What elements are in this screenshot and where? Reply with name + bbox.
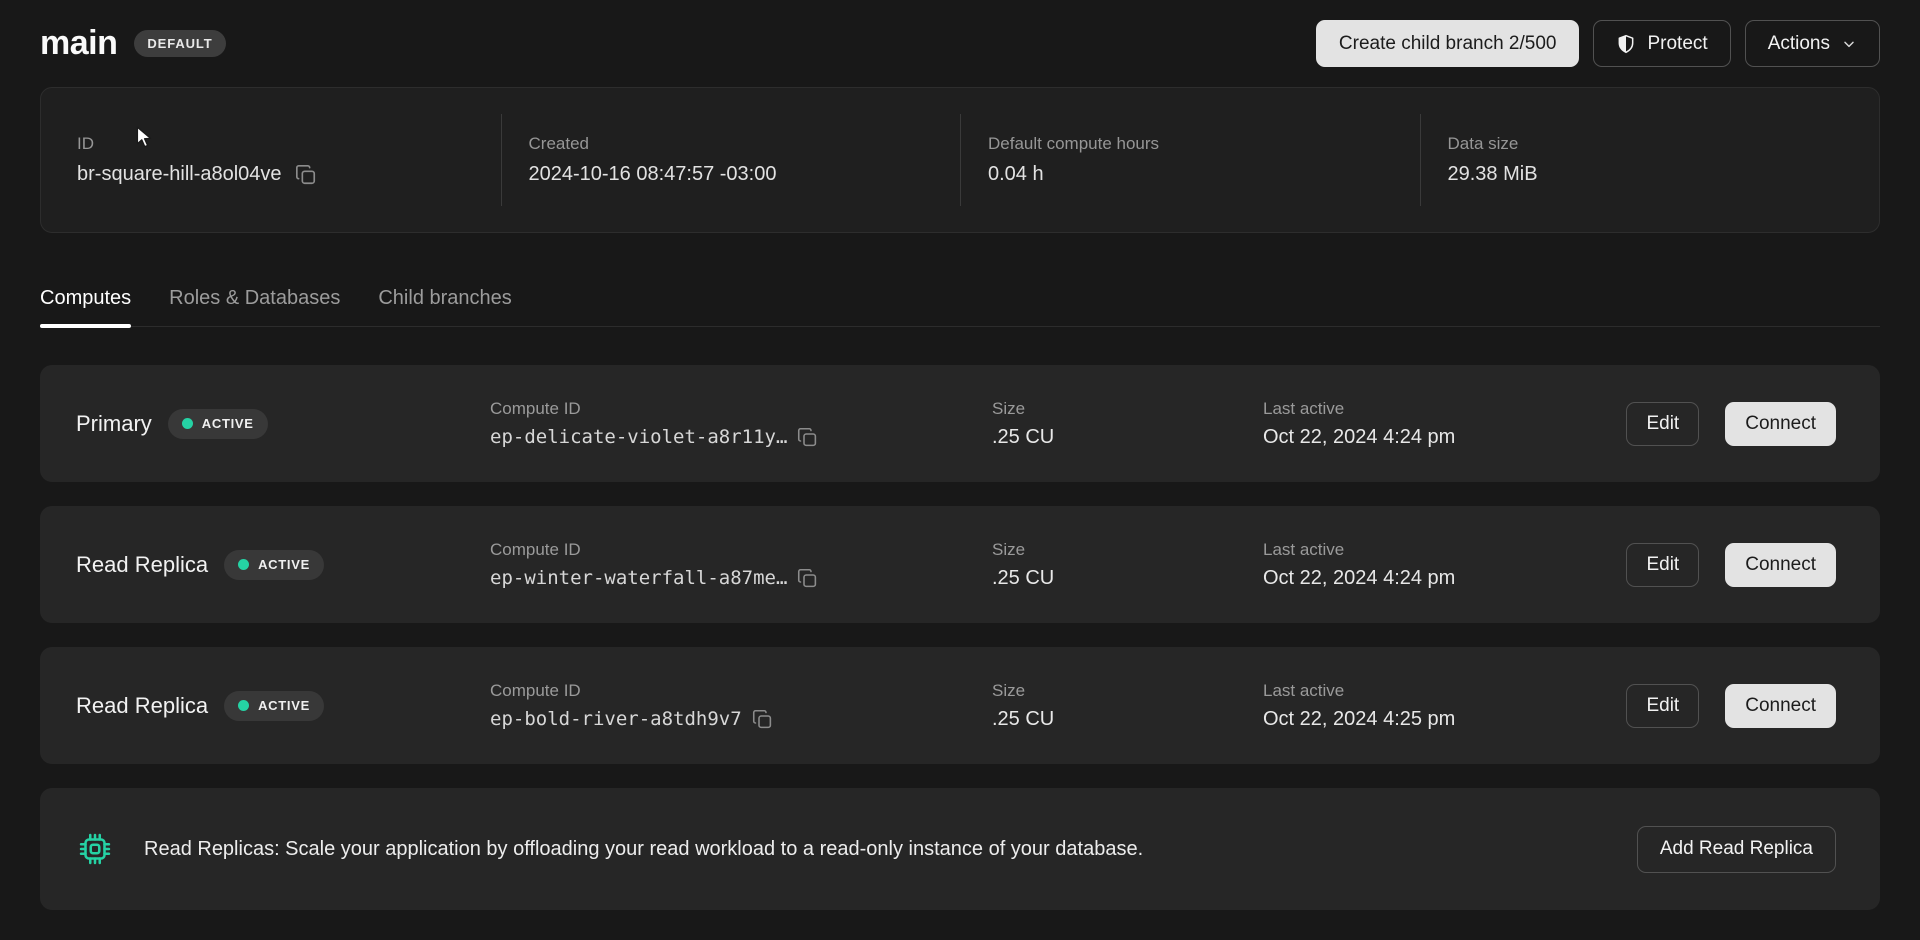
edit-button[interactable]: Edit bbox=[1626, 402, 1699, 446]
read-replica-banner: Read Replicas: Scale your application by… bbox=[40, 788, 1880, 910]
info-field-created: Created 2024-10-16 08:47:57 -03:00 bbox=[501, 114, 961, 206]
page-header: main DEFAULT Create child branch 2/500 P… bbox=[40, 0, 1880, 67]
info-field-data-size: Data size 29.38 MiB bbox=[1420, 114, 1880, 206]
compute-name-group: Read Replica ACTIVE bbox=[76, 550, 490, 580]
compute-id-column: Compute ID ep-delicate-violet-a8r11y… bbox=[490, 399, 992, 448]
compute-name: Primary bbox=[76, 411, 152, 437]
copy-icon[interactable] bbox=[797, 427, 818, 448]
data-size-value: 29.38 MiB bbox=[1448, 163, 1880, 186]
compute-id-label: Compute ID bbox=[490, 399, 992, 419]
tab-bar: Computes Roles & Databases Child branche… bbox=[40, 287, 1880, 327]
chip-icon bbox=[76, 830, 114, 868]
size-column: Size .25 CU bbox=[992, 681, 1263, 731]
size-value: .25 CU bbox=[992, 567, 1263, 590]
size-label: Size bbox=[992, 399, 1263, 419]
compute-name: Read Replica bbox=[76, 693, 208, 719]
info-label: ID bbox=[77, 134, 501, 154]
branch-title-group: main DEFAULT bbox=[40, 24, 226, 63]
compute-rows: Primary ACTIVE Compute ID ep-delicate-vi… bbox=[40, 365, 1880, 764]
chevron-down-icon bbox=[1841, 36, 1857, 52]
status-dot-icon bbox=[238, 559, 249, 570]
size-label: Size bbox=[992, 540, 1263, 560]
last-active-label: Last active bbox=[1263, 681, 1626, 701]
connect-button[interactable]: Connect bbox=[1725, 543, 1836, 587]
copy-icon[interactable] bbox=[752, 709, 773, 730]
status-badge: ACTIVE bbox=[224, 691, 324, 721]
status-label: ACTIVE bbox=[258, 557, 310, 572]
status-dot-icon bbox=[238, 700, 249, 711]
header-actions: Create child branch 2/500 Protect Action… bbox=[1316, 20, 1880, 67]
shield-icon bbox=[1616, 34, 1636, 54]
compute-row: Read Replica ACTIVE Compute ID ep-winter… bbox=[40, 506, 1880, 623]
branch-info-card: ID br-square-hill-a8ol04ve Created 2024-… bbox=[40, 87, 1880, 233]
size-value: .25 CU bbox=[992, 708, 1263, 731]
row-actions: Edit Connect bbox=[1626, 684, 1836, 728]
size-column: Size .25 CU bbox=[992, 399, 1263, 449]
compute-id-column: Compute ID ep-winter-waterfall-a87me… bbox=[490, 540, 992, 589]
status-badge: ACTIVE bbox=[168, 409, 268, 439]
compute-id-column: Compute ID ep-bold-river-a8tdh9v7 bbox=[490, 681, 992, 730]
compute-row: Read Replica ACTIVE Compute ID ep-bold-r… bbox=[40, 647, 1880, 764]
read-replica-description: Read Replicas: Scale your application by… bbox=[144, 838, 1143, 861]
compute-id-label: Compute ID bbox=[490, 540, 992, 560]
status-label: ACTIVE bbox=[202, 416, 254, 431]
last-active-value: Oct 22, 2024 4:24 pm bbox=[1263, 567, 1626, 590]
compute-name-group: Primary ACTIVE bbox=[76, 409, 490, 439]
info-field-compute-hours: Default compute hours 0.04 h bbox=[960, 114, 1420, 206]
tab-roles-databases[interactable]: Roles & Databases bbox=[169, 287, 340, 326]
status-dot-icon bbox=[182, 418, 193, 429]
connect-button[interactable]: Connect bbox=[1725, 684, 1836, 728]
branch-id-value: br-square-hill-a8ol04ve bbox=[77, 163, 282, 186]
last-active-column: Last active Oct 22, 2024 4:25 pm bbox=[1263, 681, 1626, 731]
copy-icon[interactable] bbox=[797, 568, 818, 589]
edit-button[interactable]: Edit bbox=[1626, 684, 1699, 728]
protect-button[interactable]: Protect bbox=[1593, 20, 1730, 67]
compute-name-group: Read Replica ACTIVE bbox=[76, 691, 490, 721]
compute-id-value: ep-bold-river-a8tdh9v7 bbox=[490, 708, 742, 730]
compute-id-label: Compute ID bbox=[490, 681, 992, 701]
protect-button-label: Protect bbox=[1647, 33, 1707, 55]
info-label: Created bbox=[529, 134, 961, 154]
default-badge: DEFAULT bbox=[134, 30, 225, 57]
row-actions: Edit Connect bbox=[1626, 402, 1836, 446]
size-column: Size .25 CU bbox=[992, 540, 1263, 590]
actions-button-label: Actions bbox=[1768, 33, 1830, 55]
size-value: .25 CU bbox=[992, 426, 1263, 449]
compute-id-value: ep-delicate-violet-a8r11y… bbox=[490, 426, 787, 448]
create-child-branch-button[interactable]: Create child branch 2/500 bbox=[1316, 20, 1580, 67]
status-badge: ACTIVE bbox=[224, 550, 324, 580]
page-title: main bbox=[40, 24, 117, 63]
actions-button[interactable]: Actions bbox=[1745, 20, 1880, 67]
row-actions: Edit Connect bbox=[1626, 543, 1836, 587]
last-active-column: Last active Oct 22, 2024 4:24 pm bbox=[1263, 540, 1626, 590]
compute-hours-value: 0.04 h bbox=[988, 163, 1420, 186]
created-value: 2024-10-16 08:47:57 -03:00 bbox=[529, 163, 961, 186]
tab-computes[interactable]: Computes bbox=[40, 287, 131, 326]
add-read-replica-button[interactable]: Add Read Replica bbox=[1637, 826, 1836, 873]
compute-id-value: ep-winter-waterfall-a87me… bbox=[490, 567, 787, 589]
status-label: ACTIVE bbox=[258, 698, 310, 713]
last-active-value: Oct 22, 2024 4:24 pm bbox=[1263, 426, 1626, 449]
info-label: Default compute hours bbox=[988, 134, 1420, 154]
connect-button[interactable]: Connect bbox=[1725, 402, 1836, 446]
last-active-label: Last active bbox=[1263, 399, 1626, 419]
copy-icon[interactable] bbox=[295, 164, 317, 186]
edit-button[interactable]: Edit bbox=[1626, 543, 1699, 587]
branch-page: main DEFAULT Create child branch 2/500 P… bbox=[0, 0, 1920, 910]
size-label: Size bbox=[992, 681, 1263, 701]
info-label: Data size bbox=[1448, 134, 1880, 154]
last-active-value: Oct 22, 2024 4:25 pm bbox=[1263, 708, 1626, 731]
compute-name: Read Replica bbox=[76, 552, 208, 578]
last-active-column: Last active Oct 22, 2024 4:24 pm bbox=[1263, 399, 1626, 449]
info-field-id: ID br-square-hill-a8ol04ve bbox=[41, 114, 501, 206]
last-active-label: Last active bbox=[1263, 540, 1626, 560]
tab-child-branches[interactable]: Child branches bbox=[378, 287, 511, 326]
compute-row: Primary ACTIVE Compute ID ep-delicate-vi… bbox=[40, 365, 1880, 482]
